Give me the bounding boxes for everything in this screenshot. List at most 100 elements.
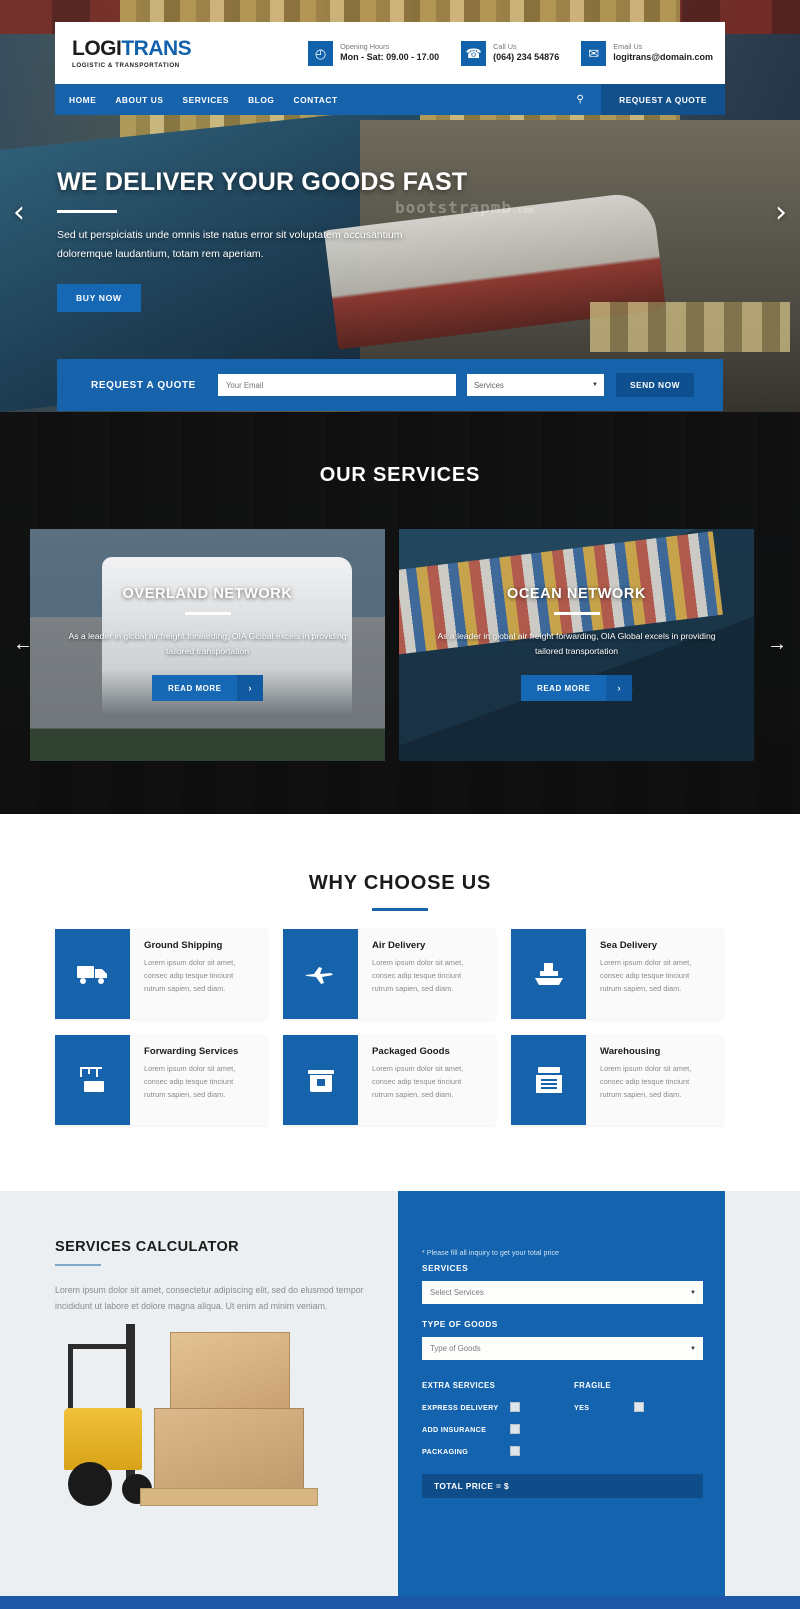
fragile-group: FRAGILE YES (574, 1381, 694, 1468)
nav-item-services[interactable]: SERVICES (182, 95, 229, 105)
calculator-title-underline (55, 1264, 101, 1266)
hero-next-arrow[interactable]: › (775, 198, 787, 228)
checkbox-label: ADD INSURANCE (422, 1424, 487, 1434)
nav-item-home[interactable]: HOME (69, 95, 96, 105)
quote-services-value: Services (473, 380, 504, 390)
service-card-overland[interactable]: bootstrapmb.com OVERLAND NETWORK As a le… (30, 529, 385, 761)
read-more-button-ocean[interactable]: READ MORE › (521, 675, 632, 702)
contact-email-us[interactable]: ✉ Email Us logitrans@domain.com (581, 40, 713, 66)
feature-title: Air Delivery (372, 940, 426, 951)
services-select[interactable]: Select Services ▼ (422, 1281, 703, 1304)
add-insurance-checkbox[interactable] (510, 1424, 520, 1434)
service-card-description: As a leader in global air freight forwar… (437, 631, 716, 657)
contact-value: (064) 234 54876 (493, 52, 560, 63)
fragile-yes-checkbox[interactable] (634, 1402, 644, 1412)
hero-content: WE DELIVER YOUR GOODS FAST Sed ut perspi… (57, 168, 467, 312)
chevron-right-icon: › (237, 675, 263, 702)
nav-item-contact[interactable]: CONTACT (293, 95, 337, 105)
feature-grid: Ground Shipping Lorem ipsum dolor sit am… (55, 929, 725, 1125)
our-services-section: OUR SERVICES ← → bootstrapmb.com OVERLAN… (0, 412, 800, 814)
total-price-bar: TOTAL PRICE = $ (422, 1474, 703, 1498)
feature-card-ground-shipping[interactable]: Ground Shipping Lorem ipsum dolor sit am… (55, 929, 267, 1019)
extra-services-group: EXTRA SERVICES EXPRESS DELIVERY ADD INSU… (422, 1381, 574, 1468)
checkbox-row-express-delivery[interactable]: EXPRESS DELIVERY (422, 1402, 574, 1412)
contact-opening-hours: ◴ Opening Hours Mon - Sat: 09.00 - 17.00 (308, 40, 440, 66)
checkbox-row-packaging[interactable]: PACKAGING (422, 1446, 574, 1456)
chevron-down-icon: ▼ (591, 382, 598, 388)
why-choose-us-underline (372, 908, 428, 911)
airplane-icon (283, 929, 358, 1019)
feature-title: Packaged Goods (372, 1046, 450, 1057)
contact-label: Call Us (493, 41, 517, 51)
contact-call-us[interactable]: ☎ Call Us (064) 234 54876 (461, 40, 560, 66)
warehouse-icon (511, 1035, 586, 1125)
feature-card-warehousing[interactable]: Warehousing Lorem ipsum dolor sit amet, … (511, 1035, 723, 1125)
logo-tagline: LOGISTIC & TRANSPORTATION (72, 61, 180, 69)
contact-value: Mon - Sat: 09.00 - 17.00 (340, 52, 440, 63)
checkbox-label: PACKAGING (422, 1446, 469, 1456)
hero-subtitle: Sed ut perspiciatis unde omnis iste natu… (57, 229, 403, 261)
read-more-label: READ MORE (537, 683, 591, 693)
feature-description: Lorem ipsum dolor sit amet, consec adip … (372, 958, 464, 993)
logo-part-trans: TRANS (121, 36, 192, 60)
hero-prev-arrow[interactable]: ‹ (13, 198, 25, 228)
main-navigation: HOME ABOUT US SERVICES BLOG CONTACT ⚲ RE… (55, 84, 725, 115)
quote-email-input[interactable] (217, 374, 456, 396)
feature-card-packaged-goods[interactable]: Packaged Goods Lorem ipsum dolor sit ame… (283, 1035, 495, 1125)
read-more-button-overland[interactable]: READ MORE › (152, 675, 263, 702)
site-header: LOGITRANS LOGISTIC & TRANSPORTATION ◴ Op… (55, 22, 725, 84)
goods-field-label: TYPE OF GOODS (422, 1319, 498, 1329)
footer-strip (0, 1596, 800, 1609)
send-now-button[interactable]: SEND NOW (615, 373, 694, 397)
our-services-title: OUR SERVICES (319, 464, 481, 486)
calculator-note: * Please fill all inquiry to get your to… (422, 1248, 560, 1257)
phone-icon: ☎ (461, 40, 487, 66)
clock-icon: ◴ (308, 40, 334, 66)
packaging-checkbox[interactable] (510, 1446, 520, 1456)
request-a-quote-button[interactable]: REQUEST A QUOTE (601, 84, 725, 115)
buy-now-button[interactable]: BUY NOW (57, 283, 141, 312)
feature-title: Warehousing (600, 1046, 661, 1057)
service-card-ocean[interactable]: bootstrapmb.com OCEAN NETWORK As a leade… (399, 529, 754, 761)
hero-title-underline (57, 210, 117, 213)
quote-bar-label: REQUEST A QUOTE (91, 379, 196, 391)
service-card-description: As a leader in global air freight forwar… (68, 631, 347, 657)
extra-services-label: EXTRA SERVICES (422, 1381, 496, 1390)
services-calculator-section: SERVICES CALCULATOR Lorem ipsum dolor si… (0, 1191, 800, 1609)
header-contact-group: ◴ Opening Hours Mon - Sat: 09.00 - 17.00… (308, 40, 713, 66)
goods-select-value: Type of Goods (430, 1344, 481, 1353)
hero-banner: ‹ › bootstrapmb.com LOGITRANS LOGISTIC &… (0, 0, 800, 412)
services-next-arrow[interactable]: → (767, 634, 787, 654)
type-of-goods-select[interactable]: Type of Goods ▼ (422, 1337, 703, 1360)
site-logo[interactable]: LOGITRANS LOGISTIC & TRANSPORTATION (72, 36, 192, 69)
hero-watermark-suffix: .com (511, 206, 534, 216)
checkbox-row-add-insurance[interactable]: ADD INSURANCE (422, 1424, 574, 1434)
why-choose-us-section: WHY CHOOSE US Ground Shipping Lorem ipsu… (0, 814, 800, 1191)
checkbox-row-fragile-yes[interactable]: YES (574, 1402, 694, 1412)
feature-card-sea-delivery[interactable]: Sea Delivery Lorem ipsum dolor sit amet,… (511, 929, 723, 1019)
crane-icon (55, 1035, 130, 1125)
express-delivery-checkbox[interactable] (510, 1402, 520, 1412)
nav-item-about-us[interactable]: ABOUT US (115, 95, 163, 105)
feature-description: Lorem ipsum dolor sit amet, consec adip … (144, 1064, 236, 1099)
fragile-label: FRAGILE (574, 1381, 612, 1390)
hero-title: WE DELIVER YOUR GOODS FAST (57, 168, 468, 196)
logo-part-logi: LOGI (72, 36, 122, 60)
ship-icon (511, 929, 586, 1019)
contact-label: Opening Hours (340, 41, 390, 51)
search-icon[interactable]: ⚲ (559, 84, 601, 115)
calculator-description: Lorem ipsum dolor sit amet, consectetur … (55, 1285, 364, 1312)
chevron-right-icon: › (606, 675, 632, 702)
quote-services-select[interactable]: Services ▼ (466, 374, 604, 396)
feature-description: Lorem ipsum dolor sit amet, consec adip … (372, 1064, 464, 1099)
feature-title: Ground Shipping (144, 940, 223, 951)
truck-icon (55, 929, 130, 1019)
services-prev-arrow[interactable]: ← (13, 634, 33, 654)
service-card-title: OCEAN NETWORK (506, 586, 647, 602)
nav-item-blog[interactable]: BLOG (248, 95, 274, 105)
feature-card-air-delivery[interactable]: Air Delivery Lorem ipsum dolor sit amet,… (283, 929, 495, 1019)
why-choose-us-title: WHY CHOOSE US (308, 872, 492, 894)
read-more-label: READ MORE (168, 683, 222, 693)
feature-card-forwarding-services[interactable]: Forwarding Services Lorem ipsum dolor si… (55, 1035, 267, 1125)
feature-title: Forwarding Services (144, 1046, 239, 1057)
